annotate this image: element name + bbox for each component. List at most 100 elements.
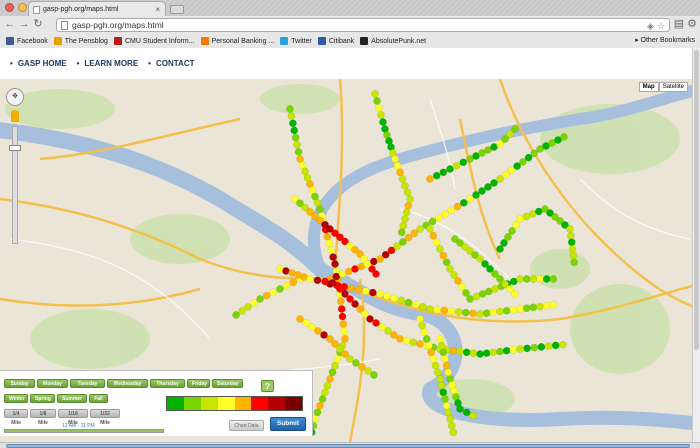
reading-dot[interactable] <box>379 118 387 126</box>
reading-dot[interactable] <box>469 349 478 358</box>
reading-dot[interactable] <box>447 206 456 215</box>
reading-dot[interactable] <box>401 181 409 190</box>
reading-dot[interactable] <box>401 215 409 223</box>
map-type-satellite-button[interactable]: Satellite <box>658 82 688 92</box>
reading-dot[interactable] <box>509 345 518 354</box>
reading-dot[interactable] <box>370 371 378 379</box>
reading-dot[interactable] <box>262 291 271 300</box>
reading-dot[interactable] <box>431 361 440 370</box>
bookmark-item[interactable]: Citibank <box>317 37 354 45</box>
reading-dot[interactable] <box>426 175 434 183</box>
reading-dot[interactable] <box>391 155 399 163</box>
reading-dot[interactable] <box>529 275 538 283</box>
reading-dot[interactable] <box>393 161 402 170</box>
reading-dot[interactable] <box>399 221 408 230</box>
time-range-slider[interactable] <box>4 429 164 433</box>
other-bookmarks[interactable]: ▸ Other Bookmarks <box>635 36 695 44</box>
reading-dot[interactable] <box>269 288 278 297</box>
reading-dot[interactable] <box>325 239 334 248</box>
day-button[interactable]: Sunday <box>4 379 35 388</box>
reading-dot[interactable] <box>373 97 381 105</box>
reading-dot[interactable] <box>439 168 448 177</box>
reading-dot[interactable] <box>549 275 558 283</box>
nav-learn-more[interactable]: LEARN MORE <box>77 59 138 68</box>
reload-icon[interactable]: ↻ <box>32 19 44 30</box>
reading-dot[interactable] <box>409 338 418 347</box>
reading-dot[interactable] <box>456 405 464 413</box>
reading-dot[interactable] <box>462 408 471 417</box>
reading-dot[interactable] <box>291 133 300 142</box>
reading-dot[interactable] <box>397 228 406 237</box>
reading-dot[interactable] <box>398 175 407 183</box>
reading-dot[interactable] <box>318 395 327 403</box>
bookmark-item[interactable]: Personal Banking ... <box>200 37 274 45</box>
reading-dot[interactable] <box>441 395 449 403</box>
reading-dot[interactable] <box>333 355 342 363</box>
reading-dot[interactable] <box>440 306 449 315</box>
new-tab-button[interactable] <box>170 5 184 14</box>
reading-dot[interactable] <box>426 305 434 313</box>
reading-dot[interactable] <box>461 308 470 317</box>
address-bar[interactable]: gasp-pgh.org/maps.html ◈ ☆ <box>56 18 670 32</box>
reading-dot[interactable] <box>372 270 380 278</box>
bookmark-item[interactable]: Twitter <box>280 37 312 45</box>
reading-dot[interactable] <box>341 335 349 343</box>
reading-dot[interactable] <box>442 258 451 267</box>
reading-dot[interactable] <box>446 415 454 423</box>
reading-dot[interactable] <box>496 307 504 316</box>
reading-dot[interactable] <box>482 309 491 318</box>
reading-dot[interactable] <box>444 368 453 377</box>
reading-dot[interactable] <box>444 408 453 417</box>
forward-icon[interactable]: → <box>18 19 30 30</box>
reading-dot[interactable] <box>522 275 531 283</box>
reading-dot[interactable] <box>411 300 420 309</box>
wrench-icon[interactable]: ⚙ <box>686 19 698 30</box>
reading-dot[interactable] <box>426 225 434 233</box>
vertical-scrollbar[interactable] <box>692 48 700 442</box>
reading-dot[interactable] <box>502 306 511 315</box>
reading-dot[interactable] <box>436 335 444 343</box>
reading-dot[interactable] <box>316 205 324 213</box>
reading-dot[interactable] <box>293 140 301 149</box>
reading-dot[interactable] <box>232 311 240 319</box>
reading-dot[interactable] <box>289 278 298 287</box>
vertical-scroll-thumb[interactable] <box>694 50 699 350</box>
reading-dot[interactable] <box>434 213 443 222</box>
reading-dot[interactable] <box>432 171 441 180</box>
reading-dot[interactable] <box>511 125 519 133</box>
bookmark-item[interactable]: CMU Student Inform... <box>113 37 195 45</box>
reading-dot[interactable] <box>459 158 468 167</box>
reading-dot[interactable] <box>338 312 347 321</box>
reading-dot[interactable] <box>428 217 437 226</box>
reading-dot[interactable] <box>569 251 578 260</box>
reading-dot[interactable] <box>282 281 291 290</box>
reading-dot[interactable] <box>289 119 297 128</box>
reading-dot[interactable] <box>537 343 546 351</box>
reading-dot[interactable] <box>441 210 449 218</box>
reading-dot[interactable] <box>290 126 299 135</box>
reading-dot[interactable] <box>544 342 553 350</box>
reading-dot[interactable] <box>551 341 560 350</box>
reading-dot[interactable] <box>536 275 544 283</box>
reading-dot[interactable] <box>489 308 498 317</box>
reading-dot[interactable] <box>566 225 574 233</box>
reading-dot[interactable] <box>396 168 404 177</box>
reading-dot[interactable] <box>476 350 484 358</box>
reading-dot[interactable] <box>522 304 531 313</box>
reading-dot[interactable] <box>371 90 379 98</box>
reading-dot[interactable] <box>441 355 449 363</box>
reading-dot[interactable] <box>316 401 324 410</box>
street-view-pegman-icon[interactable] <box>11 110 19 122</box>
reading-dot[interactable] <box>469 411 478 420</box>
reading-dot[interactable] <box>422 335 431 343</box>
season-button[interactable]: Spring <box>30 394 55 403</box>
resolution-button[interactable]: 1/32 Mile <box>90 409 120 426</box>
bookmark-item[interactable]: The Pensblog <box>53 37 108 45</box>
season-button[interactable]: Summer <box>57 394 87 403</box>
reading-dot[interactable] <box>516 345 524 353</box>
reading-dot[interactable] <box>542 301 551 310</box>
reading-dot[interactable] <box>402 208 411 217</box>
reading-dot[interactable] <box>425 341 433 350</box>
reading-dot[interactable] <box>439 251 448 260</box>
reading-dot[interactable] <box>321 388 329 397</box>
